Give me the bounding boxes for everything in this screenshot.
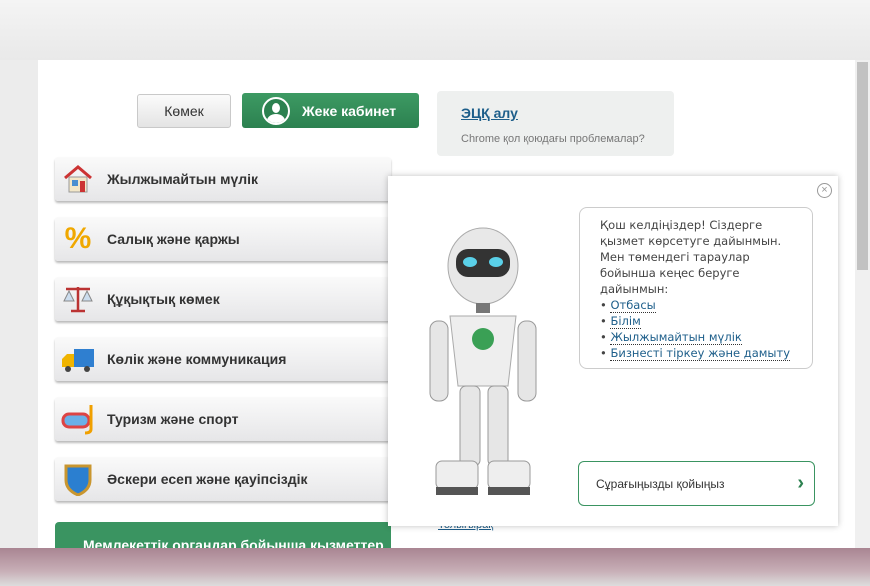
- diving-mask-icon: [61, 402, 95, 436]
- topic-item: • Жылжымайтын мүлік: [600, 330, 742, 345]
- topic-link[interactable]: Бизнесті тіркеу және дамыту: [610, 346, 791, 361]
- close-icon[interactable]: ×: [817, 183, 832, 198]
- topic-link[interactable]: Жылжымайтын мүлік: [610, 330, 742, 345]
- scales-icon: [61, 282, 95, 316]
- house-icon: [61, 162, 95, 196]
- help-button[interactable]: Көмек: [137, 94, 231, 128]
- menu-item-military[interactable]: Әскери есеп және қауіпсіздік: [55, 457, 391, 501]
- topic-item: • Отбасы: [600, 298, 656, 313]
- menu-item-real-estate[interactable]: Жылжымайтын мүлік: [55, 157, 391, 201]
- personal-cabinet-label: Жеке кабинет: [302, 102, 397, 119]
- personal-cabinet-button[interactable]: Жеке кабинет: [242, 93, 419, 128]
- menu-item-legal-help[interactable]: Құқықтық көмек: [55, 277, 391, 321]
- ask-question-label: Сұрағыңызды қойыңыз: [596, 476, 725, 491]
- menu-label: Туризм және спорт: [107, 411, 239, 427]
- menu-item-tourism-sport[interactable]: Туризм және спорт: [55, 397, 391, 441]
- topic-item: • Білім: [600, 314, 641, 329]
- menu-label: Әскери есеп және қауіпсіздік: [107, 471, 308, 487]
- topic-link[interactable]: Отбасы: [610, 298, 656, 313]
- menu-label: Көлік және коммуникация: [107, 351, 287, 367]
- truck-icon: [61, 342, 95, 376]
- menu-label: Жылжымайтын мүлік: [107, 171, 259, 187]
- assistant-speech-bubble: Қош келдіңіздер! Сіздерге қызмет көрсету…: [579, 207, 813, 369]
- ecp-link[interactable]: ЭЦҚ алу: [461, 105, 518, 121]
- assistant-greeting: Қош келдіңіздер! Сіздерге қызмет көрсету…: [600, 218, 782, 296]
- menu-item-tax-finance[interactable]: % Салық және қаржы: [55, 217, 391, 261]
- menu-item-transport[interactable]: Көлік және коммуникация: [55, 337, 391, 381]
- chevron-right-icon: ›: [797, 472, 804, 494]
- ecp-subtitle[interactable]: Chrome қол қоюдағы проблемалар?: [461, 133, 650, 145]
- percent-icon: %: [64, 222, 92, 255]
- assistant-popup: × Қош келдіңіздер! Сіздерге қызмет көрсе…: [388, 176, 838, 526]
- user-icon: [262, 96, 290, 125]
- menu-label: Салық және қаржы: [107, 231, 240, 247]
- scrollbar-thumb[interactable]: [857, 62, 868, 270]
- topic-link[interactable]: Білім: [610, 314, 641, 329]
- robot-avatar: [408, 221, 558, 511]
- ask-question-button[interactable]: Сұрағыңызды қойыңыз ›: [578, 461, 815, 506]
- menu-label: Құқықтық көмек: [107, 291, 220, 307]
- ecp-card: ЭЦҚ алу Chrome қол қоюдағы проблемалар?: [437, 91, 674, 156]
- blurred-footer: [0, 548, 870, 586]
- blurred-header: [0, 0, 870, 60]
- shield-icon: [61, 462, 95, 496]
- topic-item: • Бизнесті тіркеу және дамыту: [600, 346, 791, 361]
